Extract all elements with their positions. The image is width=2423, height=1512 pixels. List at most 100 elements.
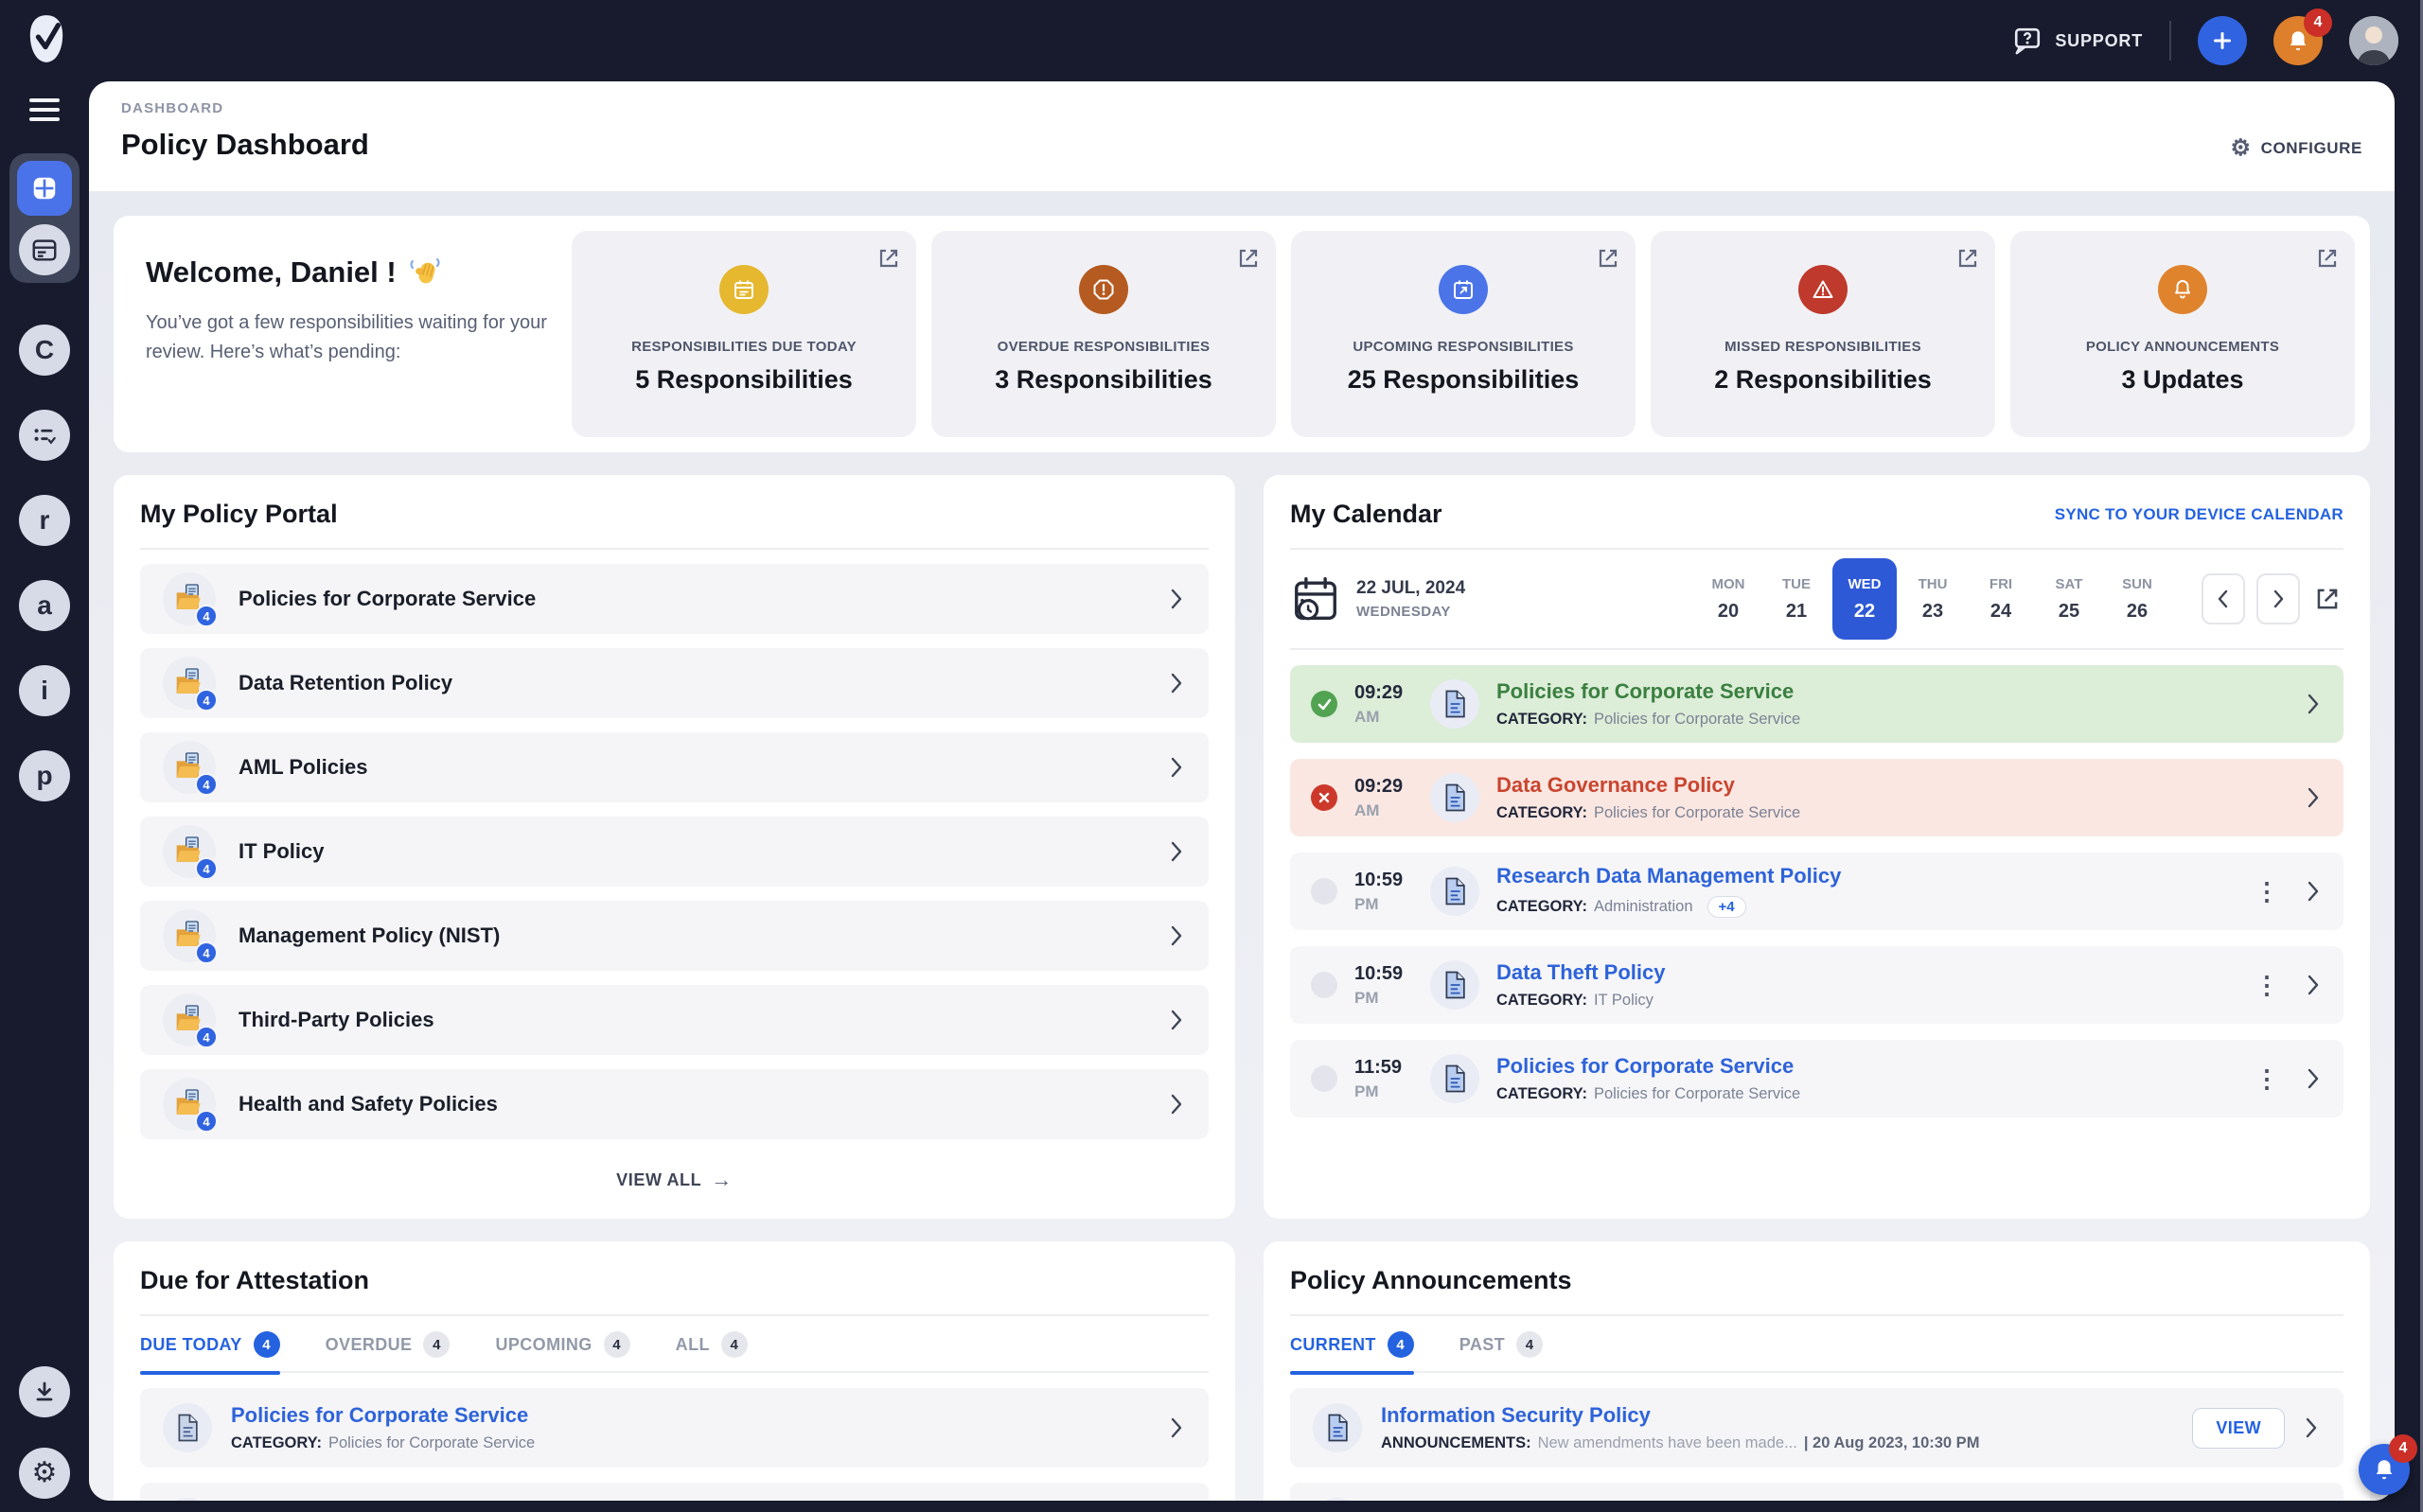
chevron-right-icon[interactable] (1167, 1092, 1186, 1116)
calendar-event-pending[interactable]: 10:59PM Data Theft Policy CATEGORY:IT Po… (1290, 946, 2343, 1024)
calendar-event-missed[interactable]: 09:29AM Data Governance Policy CATEGORY:… (1290, 759, 2343, 836)
configure-button[interactable]: ⚙ CONFIGURE (2230, 137, 2362, 160)
chevron-right-icon[interactable] (1167, 587, 1186, 611)
chevron-right-icon[interactable] (1167, 755, 1186, 780)
sidebar-item-settings[interactable]: ⚙ (19, 1448, 70, 1499)
day-mon[interactable]: MON20 (1696, 558, 1760, 640)
chevron-right-icon[interactable] (2304, 1066, 2323, 1091)
sidebar-item-dashboard-active[interactable] (17, 161, 72, 216)
attestation-item-title[interactable]: Policies for Corporate Service (231, 1405, 535, 1426)
sidebar-item-download[interactable] (19, 1366, 70, 1417)
notifications-button[interactable]: 4 (2273, 16, 2323, 65)
kebab-menu-icon[interactable]: ⋮ (2255, 882, 2279, 902)
calendar-clock-icon (1290, 573, 1341, 624)
chevron-right-icon[interactable] (2304, 879, 2323, 904)
announcement-item-title[interactable]: Information Security Policy (1381, 1405, 1979, 1426)
portal-item[interactable]: 4 Management Policy (NIST) (140, 901, 1209, 971)
tab-upcoming[interactable]: UPCOMING4 (495, 1331, 629, 1358)
sidebar-item-checklist[interactable] (19, 410, 70, 461)
chevron-right-icon[interactable] (1167, 1415, 1186, 1440)
external-link-icon[interactable] (2313, 244, 2342, 273)
sidebar-item-r-module[interactable]: r (19, 495, 70, 546)
tab-overdue[interactable]: OVERDUE4 (326, 1331, 451, 1358)
event-title[interactable]: Research Data Management Policy (1496, 866, 1841, 887)
day-wed-selected[interactable]: WED22 (1832, 558, 1897, 640)
sidebar-item-c-module[interactable]: C (19, 325, 70, 376)
kebab-menu-icon[interactable]: ⋮ (2255, 976, 2279, 995)
event-title[interactable]: Data Governance Policy (1496, 775, 1800, 796)
event-title[interactable]: Policies for Corporate Service (1496, 1056, 1800, 1077)
external-link-icon[interactable] (875, 244, 903, 273)
tab-current[interactable]: CURRENT 4 (1290, 1331, 1414, 1358)
announcements-card: Policy Announcements CURRENT4 PAST4 Info… (1264, 1241, 2370, 1501)
next-week-button[interactable] (2256, 573, 2300, 624)
chevron-right-icon[interactable] (2304, 785, 2323, 810)
chevron-right-icon[interactable] (1167, 839, 1186, 864)
calendar-event-pending[interactable]: 10:59PM Research Data Management Policy … (1290, 853, 2343, 930)
calendar-event-completed[interactable]: 09:29AM Policies for Corporate Service C… (1290, 665, 2343, 743)
floating-notification-count: 4 (2389, 1434, 2417, 1463)
portal-item[interactable]: 4 Third-Party Policies (140, 985, 1209, 1055)
stat-card-upcoming[interactable]: UPCOMING RESPONSIBILITIES 25 Responsibil… (1291, 231, 1636, 437)
chevron-right-icon[interactable] (1167, 671, 1186, 695)
attestation-item-partial[interactable]: Data Governance Policy (140, 1483, 1209, 1501)
tab-label: CURRENT (1290, 1335, 1376, 1355)
open-calendar-external-icon[interactable] (2311, 583, 2343, 615)
portal-item[interactable]: 4 Health and Safety Policies (140, 1069, 1209, 1139)
folder-icon: 4 (163, 909, 216, 962)
portal-count-badge: 4 (195, 1026, 218, 1048)
stat-card-missed[interactable]: MISSED RESPONSIBILITIES 2 Responsibiliti… (1651, 231, 1995, 437)
folder-icon: 4 (163, 1078, 216, 1131)
stat-card-due-today[interactable]: RESPONSIBILITIES DUE TODAY 5 Responsibil… (572, 231, 916, 437)
day-sat[interactable]: SAT25 (2037, 558, 2101, 640)
announcement-text: New amendments have been made... (1538, 1435, 1797, 1451)
tab-past[interactable]: PAST4 (1459, 1331, 1543, 1358)
chevron-right-icon[interactable] (2304, 973, 2323, 997)
view-all-link[interactable]: VIEW ALL → (140, 1168, 1209, 1192)
add-button[interactable] (2198, 16, 2247, 65)
event-title[interactable]: Policies for Corporate Service (1496, 681, 1800, 702)
portal-item[interactable]: 4 AML Policies (140, 732, 1209, 802)
extra-categories-badge[interactable]: +4 (1707, 896, 1746, 918)
stat-card-announcements[interactable]: POLICY ANNOUNCEMENTS 3 Updates (2010, 231, 2355, 437)
day-tue[interactable]: TUE21 (1764, 558, 1829, 640)
sidebar-item-p-module[interactable]: p (19, 750, 70, 801)
menu-toggle-button[interactable] (29, 98, 60, 121)
chevron-right-icon[interactable] (2302, 1415, 2321, 1440)
kebab-menu-icon[interactable]: ⋮ (2255, 1069, 2279, 1089)
prev-week-button[interactable] (2202, 573, 2245, 624)
external-link-icon[interactable] (1234, 244, 1263, 273)
floating-notifications-button[interactable]: 4 (2359, 1444, 2410, 1495)
sync-calendar-link[interactable]: SYNC TO YOUR DEVICE CALENDAR (2055, 505, 2343, 524)
calendar-event-pending[interactable]: 11:59PM Policies for Corporate Service C… (1290, 1040, 2343, 1117)
user-avatar[interactable] (2349, 16, 2398, 65)
view-button[interactable]: VIEW (2192, 1408, 2285, 1449)
sidebar-item-i-module[interactable]: i (19, 665, 70, 716)
support-button[interactable]: SUPPORT (2011, 25, 2143, 57)
chevron-right-icon[interactable] (1167, 1008, 1186, 1032)
event-title[interactable]: Data Theft Policy (1496, 962, 1665, 983)
attestation-item[interactable]: Policies for Corporate Service CATEGORY:… (140, 1388, 1209, 1468)
external-link-icon[interactable] (1954, 244, 1982, 273)
folder-icon: 4 (163, 572, 216, 625)
external-link-icon[interactable] (1594, 244, 1622, 273)
category-label: CATEGORY: (231, 1435, 322, 1451)
chevron-right-icon[interactable] (2304, 692, 2323, 716)
policy-portal-card: My Policy Portal 4 Policies for Corporat… (114, 475, 1235, 1219)
portal-item[interactable]: 4 Data Retention Policy (140, 648, 1209, 718)
tab-due-today[interactable]: DUE TODAY4 (140, 1331, 280, 1358)
tab-count-badge: 4 (1388, 1331, 1414, 1358)
sidebar-item-a-module[interactable]: a (19, 580, 70, 631)
day-fri[interactable]: FRI24 (1969, 558, 2033, 640)
announcement-item-partial[interactable]: Data Governance Policy VIEW (1290, 1483, 2343, 1501)
tab-all[interactable]: ALL4 (676, 1331, 748, 1358)
day-sun[interactable]: SUN26 (2105, 558, 2169, 640)
portal-item[interactable]: 4 IT Policy (140, 817, 1209, 887)
stat-card-overdue[interactable]: OVERDUE RESPONSIBILITIES 3 Responsibilit… (931, 231, 1276, 437)
chevron-right-icon[interactable] (1167, 923, 1186, 948)
portal-item-label: Data Retention Policy (239, 671, 452, 695)
day-thu[interactable]: THU23 (1901, 558, 1965, 640)
portal-item[interactable]: 4 Policies for Corporate Service (140, 564, 1209, 634)
announcement-item[interactable]: Information Security Policy ANNOUNCEMENT… (1290, 1388, 2343, 1468)
sidebar-item-feed[interactable] (19, 224, 70, 275)
